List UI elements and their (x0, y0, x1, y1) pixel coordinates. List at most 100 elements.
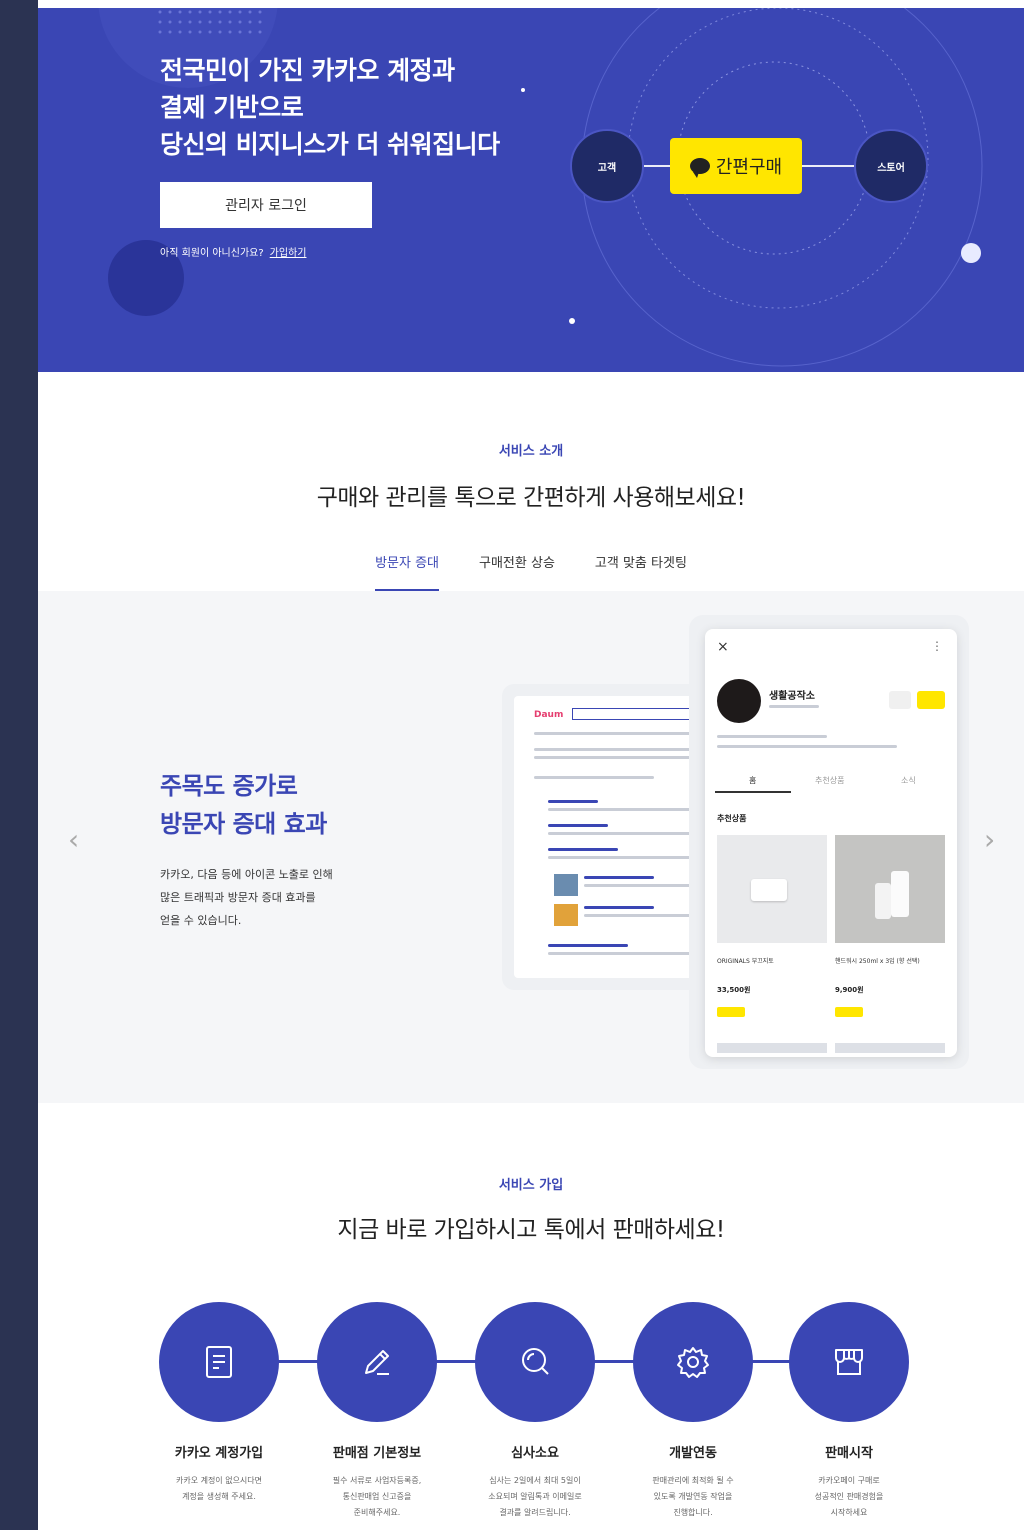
buy-badge (835, 1007, 863, 1017)
step-desc-line: 계정을 생성해 주세요. (182, 1492, 256, 1501)
step-description: 카카오페이 구매로 성공적인 판매경험을 시작하세요 (774, 1473, 924, 1521)
mockup-line (717, 735, 827, 738)
thumbnail (554, 874, 578, 896)
step-circle (475, 1302, 595, 1422)
feature-desc-line: 얻을 수 있습니다. (160, 914, 242, 927)
mockup-line (548, 824, 608, 827)
mockup-line (548, 832, 698, 835)
gear-icon (677, 1347, 709, 1378)
step-description: 판매관리에 최적화 될 수 있도록 개발연동 작업을 진행합니다. (618, 1473, 768, 1521)
mockup-line (534, 732, 704, 735)
step-circle (633, 1302, 753, 1422)
store-node: 스토어 (854, 129, 928, 203)
hero-headline-line: 당신의 비지니스가 더 쉬워집니다 (160, 130, 500, 159)
thumbnail (554, 904, 578, 926)
chevron-left-icon[interactable]: ‹ (68, 823, 79, 856)
step-desc-line: 심사는 2일에서 최대 5일이 (489, 1476, 581, 1485)
mockup-line (548, 848, 618, 851)
mockup-line (584, 914, 694, 917)
store-tab: 추천상품 (815, 776, 845, 785)
pencil-icon (365, 1350, 389, 1375)
mockup-line (769, 705, 819, 708)
step-desc-line: 시작하세요 (830, 1508, 868, 1517)
tab-customer-targeting[interactable]: 고객 맞춤 타겟팅 (595, 552, 687, 592)
connector-line (800, 165, 856, 167)
product-bottle (875, 883, 891, 919)
step-desc-line: 성공적인 판매경험을 (814, 1492, 884, 1501)
intro-section-title: 구매와 관리를 톡으로 간편하게 사용해보세요! (316, 485, 746, 511)
step-name: 판매시작 (825, 1446, 873, 1461)
step-description: 심사는 2일에서 최대 5일이 소요되며 알림톡과 이메일로 결과를 알려드립니… (460, 1473, 610, 1521)
close-icon: × (717, 639, 729, 655)
step-circle (789, 1302, 909, 1422)
chevron-right-icon[interactable]: › (984, 823, 995, 856)
store-tab: 소식 (901, 776, 916, 785)
signup-link[interactable]: 가입하기 (270, 248, 307, 259)
hero-headline: 전국민이 가진 카카오 계정과 결제 기반으로 당신의 비지니스가 더 쉬워집니… (160, 52, 500, 163)
more-icon: ⋮ (931, 639, 943, 653)
product-price: 33,500원 (717, 986, 751, 994)
step-desc-line: 진행합니다. (673, 1508, 713, 1517)
step-start-selling: 판매시작 카카오페이 구매로 성공적인 판매경험을 시작하세요 (774, 1302, 924, 1521)
easy-purchase-label: 간편구매 (715, 157, 783, 178)
document-icon (206, 1346, 232, 1378)
product-name: 핸드워시 250ml x 3입 (향 선택) (835, 958, 920, 965)
admin-login-button[interactable]: 관리자 로그인 (160, 182, 372, 228)
easy-purchase-button[interactable]: 간편구매 (670, 138, 802, 194)
hero-headline-line: 결제 기반으로 (160, 93, 304, 122)
step-circle (317, 1302, 437, 1422)
mockup-line (584, 876, 654, 879)
mockup-line (548, 800, 598, 803)
step-account-signup: 카카오 계정가입 카카오 계정이 없으시다면 계정을 생성해 주세요. (144, 1302, 294, 1505)
step-store-info: 판매점 기본정보 필수 서류로 사업자등록증, 통신판매업 신고증을 준비해주세… (302, 1302, 452, 1521)
step-desc-line: 필수 서류로 사업자등록증, (332, 1476, 422, 1485)
mockup-line (548, 856, 698, 859)
kakao-store-mockup: × ⋮ 생활공작소 홈 추천상품 소식 추천상품 ORIGINALS 부끄지토 … (705, 629, 957, 1057)
chat-bubble-icon (689, 158, 710, 178)
step-description: 카카오 계정이 없으시다면 계정을 생성해 주세요. (144, 1473, 294, 1505)
step-desc-line: 통신판매업 신고증을 (342, 1492, 412, 1501)
step-desc-line: 준비해주세요. (353, 1508, 401, 1517)
feature-title-line: 방문자 증대 효과 (160, 810, 327, 838)
store-tab: 홈 (749, 776, 757, 785)
feature-desc-line: 많은 트래픽과 방문자 증대 효과를 (160, 891, 316, 904)
mockup-line (534, 776, 654, 779)
step-desc-line: 결과를 알려드립니다. (499, 1508, 571, 1517)
store-avatar (717, 679, 761, 723)
product-name: ORIGINALS 부끄지토 (717, 958, 774, 965)
section-heading: 추천상품 (717, 814, 747, 823)
store-icon (835, 1349, 863, 1375)
page: 전국민이 가진 카카오 계정과 결제 기반으로 당신의 비지니스가 더 쉬워집니… (38, 0, 1024, 1530)
signup-section-title: 지금 바로 가입하시고 톡에서 판매하세요! (337, 1217, 725, 1243)
tab-visitor-increase[interactable]: 방문자 증대 (375, 552, 440, 592)
signup-prompt: 아직 회원이 아니신가요? 가입하기 (160, 244, 306, 259)
step-name: 판매점 기본정보 (332, 1446, 422, 1461)
step-name: 카카오 계정가입 (174, 1446, 264, 1461)
product-image (835, 835, 945, 943)
buy-badge (717, 1007, 745, 1017)
mockup-line (548, 952, 698, 955)
hero-headline-line: 전국민이 가진 카카오 계정과 (160, 56, 455, 85)
feature-title: 주목도 증가로 방문자 증대 효과 (160, 767, 327, 843)
feature-tabs: 방문자 증대 구매전환 상승 고객 맞춤 타겟팅 (38, 552, 1024, 592)
daum-logo: Daum (534, 710, 564, 720)
product-bottle (891, 871, 909, 917)
tab-conversion-increase[interactable]: 구매전환 상승 (479, 552, 555, 592)
intro-section-label: 서비스 소개 (498, 444, 564, 459)
step-desc-line: 있도록 개발연동 작업을 (653, 1492, 733, 1501)
card-strip (717, 1043, 827, 1053)
step-name: 심사소요 (511, 1446, 559, 1461)
step-desc-line: 소요되며 알림톡과 이메일로 (488, 1492, 582, 1501)
feature-panel: ‹ › 주목도 증가로 방문자 증대 효과 카카오, 다음 등에 아이콘 노출로… (38, 591, 1024, 1103)
step-desc-line: 카카오페이 구매로 (818, 1476, 880, 1485)
feature-title-line: 주목도 증가로 (160, 772, 298, 800)
card-strip (835, 1043, 945, 1053)
mockup-line (584, 884, 694, 887)
product-image (717, 835, 827, 943)
customer-node: 고객 (570, 129, 644, 203)
feature-description: 카카오, 다음 등에 아이콘 노출로 인해 많은 트래픽과 방문자 증대 효과를… (160, 863, 333, 932)
step-desc-line: 카카오 계정이 없으시다면 (175, 1476, 263, 1485)
step-name: 개발연동 (669, 1446, 717, 1461)
step-desc-line: 판매관리에 최적화 될 수 (652, 1476, 734, 1485)
step-circle (159, 1302, 279, 1422)
